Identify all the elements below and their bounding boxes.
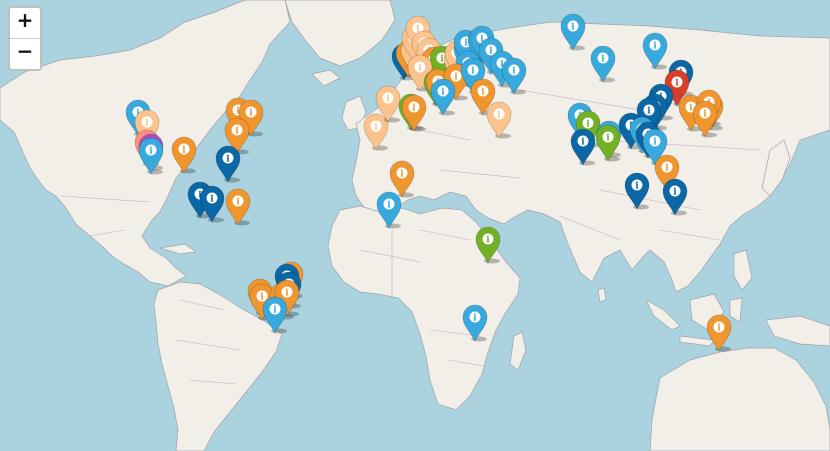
map-marker[interactable]: i	[198, 185, 226, 223]
marker-pin: i	[200, 185, 225, 223]
marker-pin: i	[462, 304, 488, 342]
marker-pin: i	[171, 136, 197, 174]
marker-pin: i	[262, 296, 288, 335]
marker-pin: i	[401, 94, 427, 132]
info-glyph: i	[226, 155, 230, 165]
info-glyph: i	[653, 138, 657, 148]
zoom-out-button[interactable]: −	[10, 38, 40, 69]
info-glyph: i	[474, 313, 478, 323]
info-glyph: i	[581, 138, 585, 148]
info-glyph: i	[400, 170, 404, 180]
info-glyph: i	[471, 66, 475, 76]
marker-pin: i	[560, 13, 586, 51]
marker-pin: i	[486, 101, 512, 140]
info-glyph: i	[273, 306, 277, 316]
map-marker[interactable]: i	[375, 191, 403, 229]
info-glyph: i	[718, 323, 722, 333]
marker-pin: i	[138, 137, 164, 175]
map-marker[interactable]: i	[691, 100, 719, 138]
marker-pin: i	[692, 100, 718, 138]
zoom-control: + −	[8, 6, 42, 71]
info-glyph: i	[149, 146, 153, 156]
map-marker[interactable]: i	[623, 172, 651, 211]
map-marker[interactable]: i	[589, 45, 617, 83]
zoom-in-button[interactable]: +	[10, 8, 40, 38]
map-marker[interactable]: i	[500, 57, 528, 95]
info-glyph: i	[498, 111, 502, 121]
info-glyph: i	[374, 123, 378, 133]
info-glyph: i	[487, 236, 491, 246]
info-glyph: i	[236, 198, 240, 208]
map-view[interactable]: + − iiiiiiiiiiiiiiiiiiiiiiiiiiiiiiiiiiii…	[0, 0, 830, 451]
map-marker[interactable]: i	[137, 137, 165, 175]
marker-pin: i	[431, 78, 456, 116]
info-glyph: i	[673, 188, 677, 198]
info-glyph: i	[146, 118, 150, 128]
map-marker[interactable]: i	[661, 178, 689, 217]
map-marker[interactable]: i	[261, 296, 289, 335]
info-glyph: i	[386, 95, 390, 105]
marker-pin: i	[570, 128, 595, 167]
map-marker[interactable]: i	[641, 32, 669, 71]
info-glyph: i	[235, 127, 239, 137]
marker-pin: i	[590, 45, 616, 83]
info-glyph: i	[412, 103, 416, 113]
info-glyph: i	[571, 22, 575, 32]
map-marker[interactable]: i	[429, 78, 457, 116]
info-glyph: i	[182, 145, 186, 155]
info-glyph: i	[665, 163, 669, 173]
info-glyph: i	[704, 109, 708, 119]
map-marker[interactable]: i	[461, 304, 489, 342]
marker-pin: i	[642, 32, 668, 71]
info-glyph: i	[675, 79, 679, 89]
info-glyph: i	[636, 182, 640, 192]
map-marker[interactable]: i	[224, 188, 252, 227]
map-marker[interactable]: i	[170, 136, 198, 174]
marker-pin: i	[662, 179, 687, 217]
marker-pin: i	[475, 226, 501, 265]
marker-pin: i	[215, 145, 241, 184]
info-glyph: i	[387, 200, 391, 210]
marker-pin: i	[376, 191, 402, 229]
marker-pin: i	[501, 57, 526, 95]
marker-pin: i	[707, 314, 732, 352]
marker-pin: i	[225, 188, 250, 227]
info-glyph: i	[602, 54, 606, 64]
info-glyph: i	[653, 42, 657, 52]
info-glyph: i	[211, 194, 215, 204]
info-glyph: i	[481, 87, 485, 97]
marker-pin: i	[624, 172, 650, 211]
info-glyph: i	[442, 87, 446, 97]
info-glyph: i	[512, 66, 516, 76]
map-marker[interactable]: i	[485, 101, 513, 140]
info-glyph: i	[606, 134, 610, 144]
map-marker[interactable]: i	[474, 226, 502, 265]
map-marker[interactable]: i	[569, 128, 597, 167]
map-marker[interactable]: i	[705, 314, 733, 352]
map-marker[interactable]: i	[214, 145, 242, 184]
map-marker[interactable]: i	[559, 13, 587, 51]
map-marker[interactable]: i	[400, 94, 428, 132]
